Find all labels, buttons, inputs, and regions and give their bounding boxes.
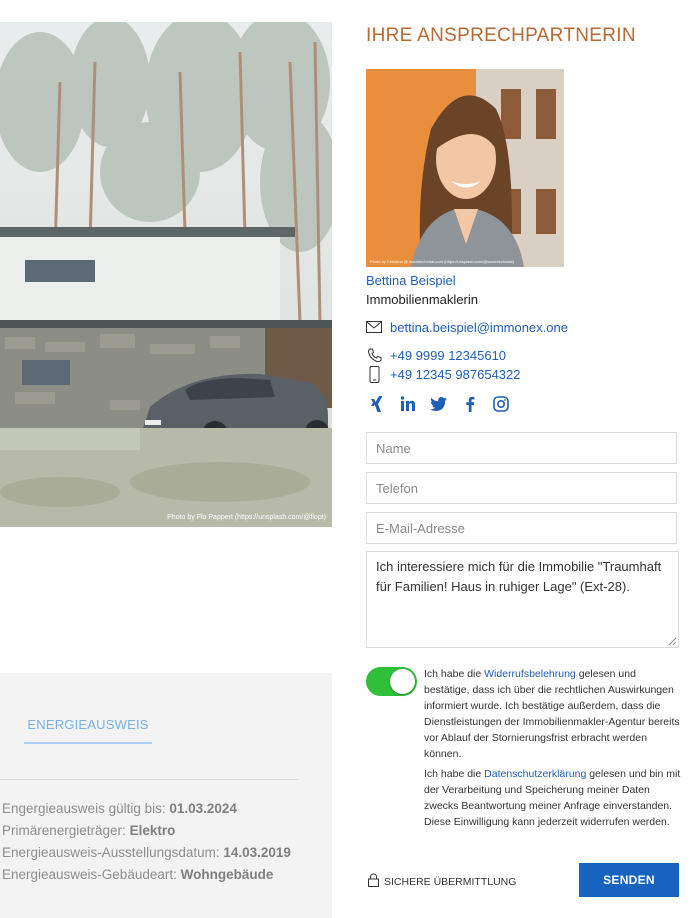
energy-details: Engergieausweis gültig bis: 01.03.2024 P… (2, 798, 327, 886)
energy-item: Engergieausweis gültig bis: 01.03.2024 (2, 801, 237, 816)
secure-label: SICHERE ÜBERMITTLUNG (384, 875, 517, 888)
email-field[interactable] (366, 512, 677, 544)
instagram-icon[interactable] (492, 395, 509, 412)
contact-title: IHRE ANSPRECHPARTNERIN (366, 25, 636, 46)
phone-icon (366, 347, 382, 363)
phone-row: +49 9999 12345610 (366, 347, 506, 363)
photo-credit: Photo by Flo Pappert (https://unsplash.c… (167, 514, 326, 521)
tab-energieausweis[interactable]: ENERGIEAUSWEIS (24, 717, 152, 744)
secure-transmission: SICHERE ÜBERMITTLUNG (368, 873, 516, 890)
mobile-row: +49 12345 987654322 (366, 365, 521, 383)
privacy-link[interactable]: Datenschutzerklärung (484, 768, 586, 780)
email-link[interactable]: bettina.beispiel@immonex.one (390, 320, 568, 335)
energy-item: Energieausweis-Ausstellungsdatum: 14.03.… (2, 845, 291, 860)
agent-photo: Photo by Christina @ wocintechchat.com (… (366, 69, 564, 267)
mobile-link[interactable]: +49 12345 987654322 (390, 367, 521, 382)
energy-panel: ENERGIEAUSWEIS Engergieausweis gültig bi… (0, 673, 332, 918)
facebook-icon[interactable] (461, 395, 478, 412)
energy-item: Energieausweis-Gebäudeart: Wohngebäude (2, 867, 274, 882)
message-field[interactable]: Ich interessiere mich für die Immobilie … (366, 551, 679, 648)
lock-icon (368, 873, 379, 890)
send-button[interactable]: SENDEN (579, 863, 679, 897)
agent-name[interactable]: Bettina Beispiel (366, 273, 456, 288)
property-photo: Photo by Flo Pappert (https://unsplash.c… (0, 22, 332, 527)
consent-text-revocation: Ich habe die Widerrufsbelehrung gelesen … (424, 668, 680, 760)
xing-icon[interactable] (368, 395, 385, 412)
agent-role: Immobilienmaklerin (366, 292, 478, 307)
toggle-knob (390, 669, 415, 694)
name-field[interactable] (366, 432, 677, 464)
linkedin-icon[interactable] (399, 395, 416, 412)
energy-item: Primärenergieträger: Elektro (2, 823, 176, 838)
agent-photo-credit: Photo by Christina @ wocintechchat.com (… (370, 259, 514, 264)
envelope-icon (366, 319, 382, 335)
phone-link[interactable]: +49 9999 12345610 (390, 348, 506, 363)
email-row: bettina.beispiel@immonex.one (366, 319, 568, 335)
divider (0, 779, 298, 780)
twitter-icon[interactable] (430, 395, 447, 412)
phone-field[interactable] (366, 472, 677, 504)
social-links (368, 395, 509, 412)
resize-handle[interactable] (667, 636, 677, 646)
consent-text-privacy: Ich habe die Datenschutzerklärung gelese… (424, 768, 681, 828)
consent-toggle[interactable] (366, 667, 417, 696)
revocation-link[interactable]: Widerrufsbelehrung (484, 668, 576, 680)
mobile-icon (366, 365, 382, 383)
